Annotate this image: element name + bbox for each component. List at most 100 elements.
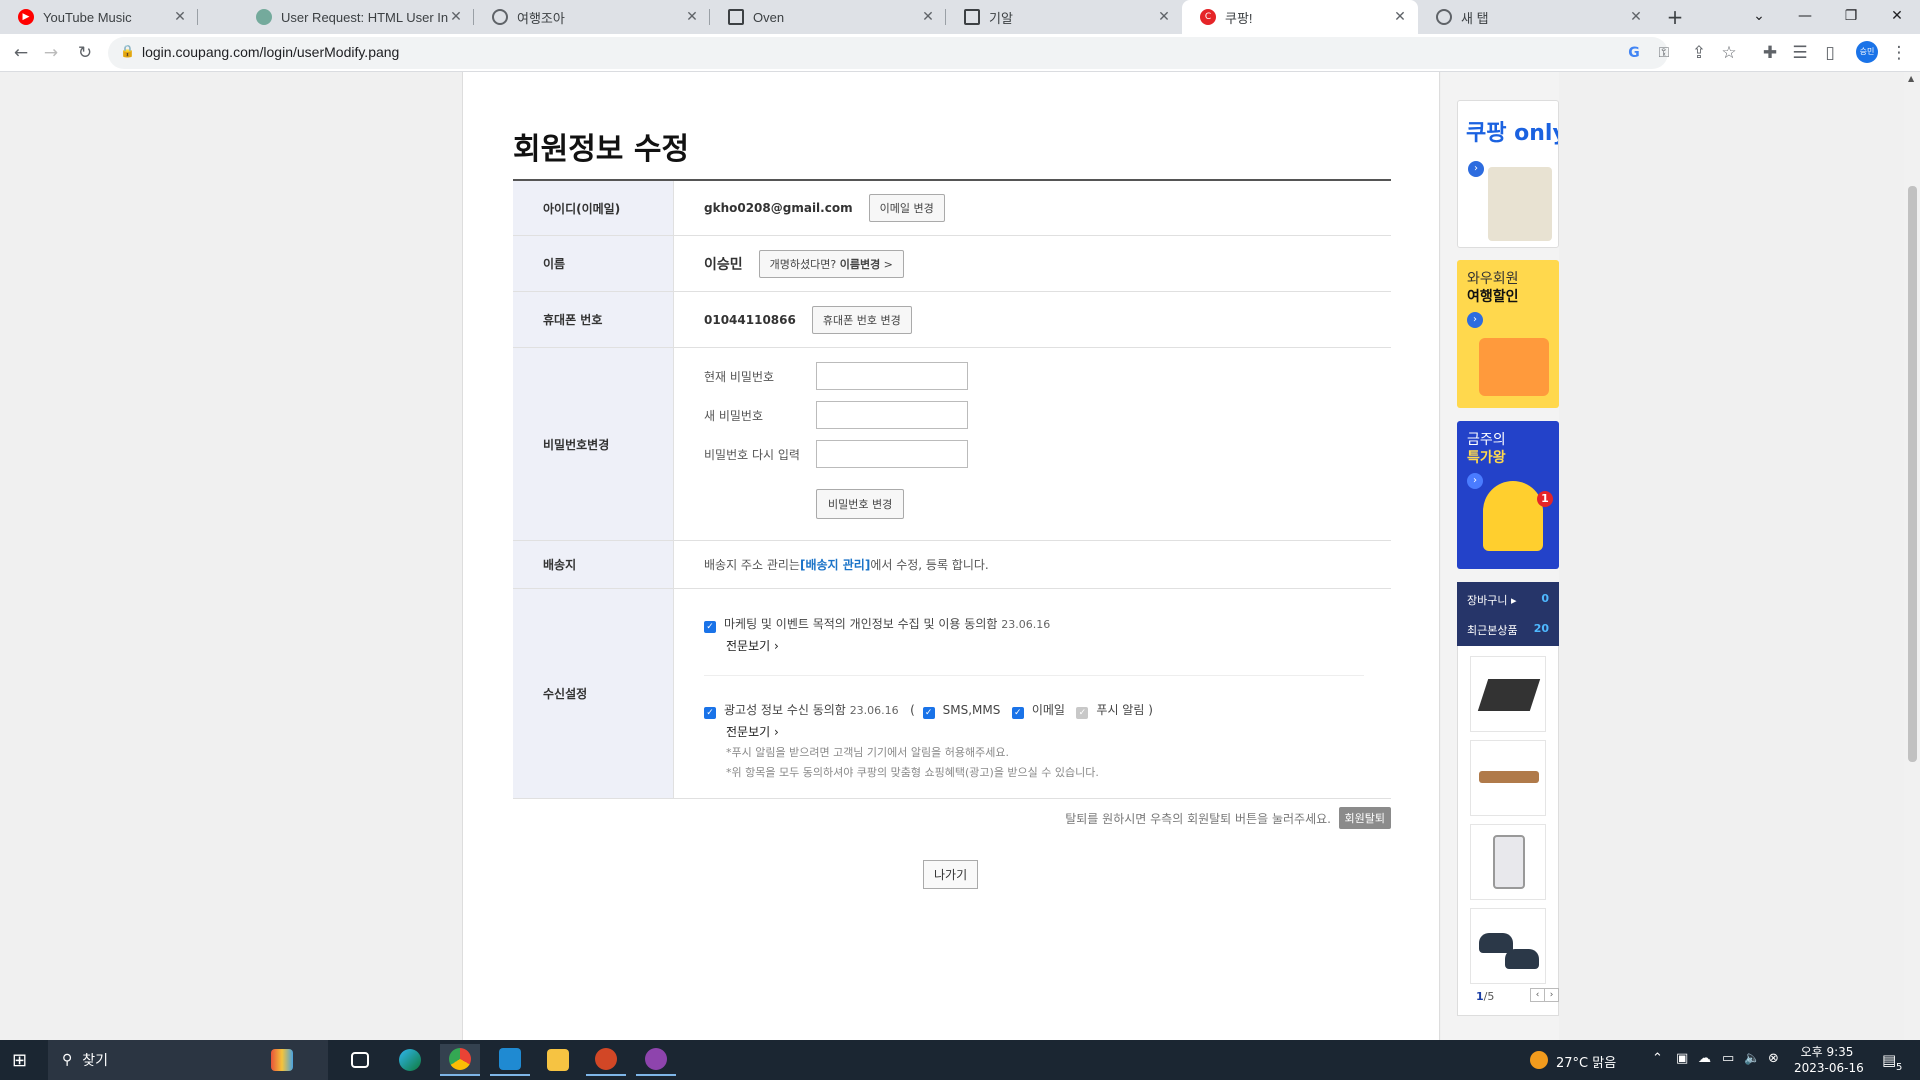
key-icon[interactable]: ⚿	[1652, 41, 1676, 65]
consent-note: *위 항목을 모두 동의하셔야 쿠팡의 맞춤형 쇼핑혜택(광고)을 받으실 수 …	[726, 766, 1099, 779]
powerpoint-icon[interactable]	[586, 1044, 626, 1076]
close-tab-icon[interactable]: ✕	[1392, 9, 1408, 25]
task-view-icon[interactable]	[340, 1044, 380, 1076]
minimize-icon[interactable]: —	[1782, 0, 1828, 34]
laptop-thumbnail[interactable]	[1470, 656, 1546, 732]
close-tab-icon[interactable]: ✕	[1628, 9, 1644, 25]
tab-travel[interactable]: 여행조아 ✕	[474, 0, 710, 34]
new-password-input[interactable]	[816, 401, 968, 429]
wooden-gun-model-thumbnail[interactable]	[1470, 740, 1546, 816]
volume-icon[interactable]: 🔈	[1744, 1051, 1760, 1066]
close-tab-icon[interactable]: ✕	[1156, 9, 1172, 25]
notification-icon[interactable]: ▤	[1882, 1051, 1896, 1069]
weekly-deal-banner[interactable]: 금주의 특가왕 › 1	[1457, 421, 1559, 569]
lock-icon[interactable]: 🔒	[120, 44, 135, 58]
prev-page-icon[interactable]: ‹	[1530, 988, 1545, 1002]
scrollbar-thumb[interactable]	[1908, 186, 1917, 762]
globe-icon	[1436, 9, 1452, 25]
github-desktop-icon[interactable]	[636, 1044, 676, 1076]
recent-products: 1/5 ‹ ›	[1457, 646, 1559, 1016]
tablet-thumbnail[interactable]	[1470, 824, 1546, 900]
tab-user-request[interactable]: User Request: HTML User Infor ✕	[238, 0, 474, 34]
close-tab-icon[interactable]: ✕	[172, 9, 188, 25]
tab-new[interactable]: 새 탭 ✕	[1418, 0, 1654, 34]
cart-summary[interactable]: 장바구니 ▸ 0 최근본상품 20	[1457, 582, 1559, 646]
change-password-button[interactable]: 비밀번호 변경	[816, 489, 905, 519]
clock-date[interactable]: 2023-06-16	[1794, 1061, 1864, 1075]
weather-text[interactable]: 27°C 맑음	[1556, 1052, 1616, 1071]
onedrive-icon[interactable]: ☁	[1698, 1051, 1711, 1066]
tab-search-icon[interactable]: ⌄	[1736, 0, 1782, 34]
shoes-thumbnail[interactable]	[1470, 908, 1546, 984]
email-checkbox[interactable]: ✓	[1011, 707, 1024, 719]
tab-gial[interactable]: 기알 ✕	[946, 0, 1182, 34]
vertical-scrollbar[interactable]: ▲	[1904, 72, 1920, 1040]
chrome-icon[interactable]	[440, 1044, 480, 1076]
taskbar-books-icon[interactable]	[262, 1044, 302, 1076]
page-title: 회원정보 수정	[513, 132, 690, 167]
scroll-up-icon[interactable]: ▲	[1908, 74, 1914, 83]
withdraw-button[interactable]: 회원탈퇴	[1338, 807, 1391, 829]
reload-icon[interactable]: ↻	[72, 40, 98, 66]
chevron-right-icon: ›	[774, 639, 779, 653]
change-phone-button[interactable]: 휴대폰 번호 변경	[811, 305, 912, 334]
ad-consent-checkbox[interactable]: ✓	[704, 707, 716, 719]
label-consent: 수신설정	[513, 589, 674, 798]
confirm-password-input[interactable]	[816, 440, 968, 468]
maximize-icon[interactable]: ❐	[1828, 0, 1874, 34]
close-tab-icon[interactable]: ✕	[448, 9, 464, 25]
row-consent: 수신설정 ✓ 마케팅 및 이벤트 목적의 개인정보 수집 및 이용 동의함 23.…	[513, 589, 1391, 799]
menu-icon[interactable]: ⋮	[1886, 40, 1912, 66]
view-full-text-link-2[interactable]: 전문보기 ›	[726, 723, 779, 740]
forward-icon[interactable]: →	[38, 40, 64, 66]
coupang-only-banner[interactable]: 쿠팡 only ›	[1457, 100, 1559, 248]
close-tab-icon[interactable]: ✕	[920, 9, 936, 25]
meet-icon[interactable]: ▣	[1676, 1051, 1688, 1066]
new-tab-button[interactable]: +	[1661, 4, 1689, 30]
back-icon[interactable]: ←	[8, 40, 34, 66]
change-email-button[interactable]: 이메일 변경	[868, 194, 945, 222]
tab-youtube-music[interactable]: ▶ YouTube Music ✕	[0, 0, 198, 34]
reading-list-icon[interactable]: ☰	[1787, 40, 1813, 66]
network-icon[interactable]: ▭	[1722, 1051, 1734, 1066]
side-panel-icon[interactable]: ▯	[1817, 40, 1843, 66]
profile-avatar[interactable]: 승민	[1856, 41, 1878, 63]
close-tab-icon[interactable]: ✕	[684, 9, 700, 25]
windows-start-icon[interactable]: ⊞	[12, 1050, 27, 1071]
page-viewport: 회원정보 수정 아이디(이메일) gkho0208@gmail.com 이메일 …	[0, 72, 1920, 1040]
chevron-right-icon: ›	[774, 725, 779, 739]
share-icon[interactable]: ⇪	[1686, 40, 1712, 66]
push-note: *푸시 알림을 받으려면 고객님 기기에서 알림을 허용해주세요.	[726, 746, 1009, 759]
tab-coupang[interactable]: C 쿠팡! ✕	[1182, 0, 1418, 34]
ime-icon[interactable]: ⊗	[1768, 1051, 1779, 1066]
main-content: 회원정보 수정 아이디(이메일) gkho0208@gmail.com 이메일 …	[462, 72, 1440, 1040]
phone-value: 01044110866	[704, 312, 796, 327]
current-password-input[interactable]	[816, 362, 968, 390]
tab-oven[interactable]: Oven ✕	[710, 0, 946, 34]
address-manage-link[interactable]: [배송지 관리]	[800, 556, 870, 573]
view-full-text-link-1[interactable]: 전문보기 ›	[726, 637, 779, 654]
file-explorer-icon[interactable]	[538, 1044, 578, 1076]
cart-label[interactable]: 장바구니 ▸	[1467, 592, 1517, 608]
google-icon[interactable]: G	[1622, 41, 1646, 65]
sms-checkbox[interactable]: ✓	[922, 707, 935, 719]
close-window-icon[interactable]: ✕	[1874, 0, 1920, 34]
next-page-icon[interactable]: ›	[1544, 988, 1559, 1002]
row-phone: 휴대폰 번호 01044110866 휴대폰 번호 변경	[513, 292, 1391, 348]
confirm-password-label: 비밀번호 다시 입력	[704, 447, 800, 462]
marketing-consent-checkbox[interactable]: ✓	[704, 621, 716, 633]
extensions-icon[interactable]: ✚	[1757, 40, 1783, 66]
address-bar[interactable]: 🔒 login.coupang.com/login/userModify.pan…	[108, 37, 1669, 69]
bookmark-star-icon[interactable]: ☆	[1716, 40, 1742, 66]
url-text[interactable]: login.coupang.com/login/userModify.pang	[142, 44, 399, 60]
exit-button[interactable]: 나가기	[923, 860, 979, 889]
chevron-up-icon[interactable]: ⌃	[1652, 1051, 1663, 1066]
change-name-button[interactable]: 개명하셨다면? 이름변경 >	[758, 249, 904, 278]
push-checkbox[interactable]: ✓	[1076, 707, 1089, 719]
clock-time[interactable]: 오후 9:35	[1794, 1043, 1860, 1060]
oven-icon	[964, 9, 980, 25]
edge-icon[interactable]	[390, 1044, 430, 1076]
label-name: 이름	[513, 236, 674, 291]
wow-travel-banner[interactable]: 와우회원 여행할인 ›	[1457, 260, 1559, 408]
vscode-icon[interactable]	[490, 1044, 530, 1076]
